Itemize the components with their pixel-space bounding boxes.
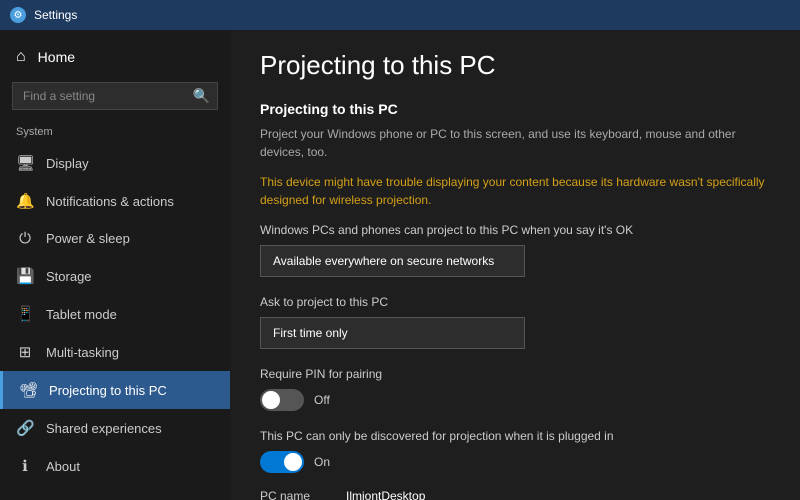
sidebar-item-notifications[interactable]: 🔔 Notifications & actions <box>0 182 230 220</box>
pin-toggle-knob <box>262 391 280 409</box>
sidebar-item-shared[interactable]: 🔗 Shared experiences <box>0 409 230 447</box>
setting-group-plugged: This PC can only be discovered for proje… <box>260 427 770 473</box>
pin-toggle[interactable] <box>260 389 304 411</box>
dropdown1-select[interactable]: Available everywhere on secure networks … <box>260 245 525 277</box>
sidebar: ⌂ Home 🔍 System 🖥 Display 🔔 Notification… <box>0 30 230 500</box>
sidebar-item-home[interactable]: ⌂ Home <box>0 38 230 76</box>
pin-toggle-label: Off <box>314 393 330 407</box>
setting-group-dropdown1: Windows PCs and phones can project to th… <box>260 221 770 277</box>
sidebar-label-about: About <box>46 459 80 474</box>
dropdown2-container: First time only Every time Never <box>260 317 770 349</box>
plugged-toggle[interactable] <box>260 451 304 473</box>
projecting-icon: 📽 <box>19 381 37 399</box>
sidebar-label-storage: Storage <box>46 269 92 284</box>
display-icon: 🖥 <box>16 154 34 172</box>
sidebar-label-projecting: Projecting to this PC <box>49 383 167 398</box>
pin-label: Require PIN for pairing <box>260 365 770 383</box>
home-icon: ⌂ <box>16 48 26 66</box>
dropdown2-select[interactable]: First time only Every time Never <box>260 317 525 349</box>
search-input[interactable] <box>12 82 218 110</box>
content-area: Projecting to this PC Projecting to this… <box>230 30 800 500</box>
sidebar-label-shared: Shared experiences <box>46 421 162 436</box>
sidebar-label-multitasking: Multi-tasking <box>46 345 119 360</box>
sidebar-item-multitasking[interactable]: ⊞ Multi-tasking <box>0 333 230 371</box>
sidebar-section-label: System <box>0 122 230 144</box>
plugged-toggle-row: On <box>260 451 770 473</box>
sidebar-label-notifications: Notifications & actions <box>46 194 174 209</box>
page-title: Projecting to this PC <box>260 50 770 81</box>
plugged-label: This PC can only be discovered for proje… <box>260 427 770 445</box>
about-icon: ℹ <box>16 457 34 475</box>
storage-icon: 💾 <box>16 267 34 285</box>
dropdown2-label: Ask to project to this PC <box>260 293 770 311</box>
warning-text: This device might have trouble displayin… <box>260 173 770 209</box>
sidebar-label-display: Display <box>46 156 89 171</box>
settings-icon: ⚙ <box>10 7 26 23</box>
search-icon: 🔍 <box>193 88 210 105</box>
sidebar-label-power: Power & sleep <box>46 231 130 246</box>
tablet-icon: 📱 <box>16 305 34 323</box>
titlebar: ⚙ Settings <box>0 0 800 30</box>
pc-name-row: PC name IlmiontDesktop <box>260 489 770 500</box>
main-layout: ⌂ Home 🔍 System 🖥 Display 🔔 Notification… <box>0 30 800 500</box>
dropdown1-container: Available everywhere on secure networks … <box>260 245 770 277</box>
sidebar-home-label: Home <box>38 49 75 65</box>
sidebar-item-power[interactable]: ⏻ Power & sleep <box>0 220 230 257</box>
titlebar-title: Settings <box>34 8 77 22</box>
pc-name-value: IlmiontDesktop <box>346 489 425 500</box>
sidebar-label-tablet: Tablet mode <box>46 307 117 322</box>
power-icon: ⏻ <box>16 230 34 247</box>
description-text: Project your Windows phone or PC to this… <box>260 125 770 161</box>
sidebar-item-tablet[interactable]: 📱 Tablet mode <box>0 295 230 333</box>
setting-group-pin: Require PIN for pairing Off <box>260 365 770 411</box>
sidebar-item-about[interactable]: ℹ About <box>0 447 230 485</box>
search-box: 🔍 <box>12 82 218 110</box>
sidebar-item-display[interactable]: 🖥 Display <box>0 144 230 182</box>
section-title: Projecting to this PC <box>260 101 770 117</box>
sidebar-item-storage[interactable]: 💾 Storage <box>0 257 230 295</box>
plugged-toggle-label: On <box>314 455 330 469</box>
shared-icon: 🔗 <box>16 419 34 437</box>
plugged-toggle-knob <box>284 453 302 471</box>
sidebar-item-projecting[interactable]: 📽 Projecting to this PC <box>0 371 230 409</box>
notifications-icon: 🔔 <box>16 192 34 210</box>
pc-name-label: PC name <box>260 489 330 500</box>
multitasking-icon: ⊞ <box>16 343 34 361</box>
pin-toggle-row: Off <box>260 389 770 411</box>
dropdown1-label: Windows PCs and phones can project to th… <box>260 221 770 239</box>
setting-group-dropdown2: Ask to project to this PC First time onl… <box>260 293 770 349</box>
